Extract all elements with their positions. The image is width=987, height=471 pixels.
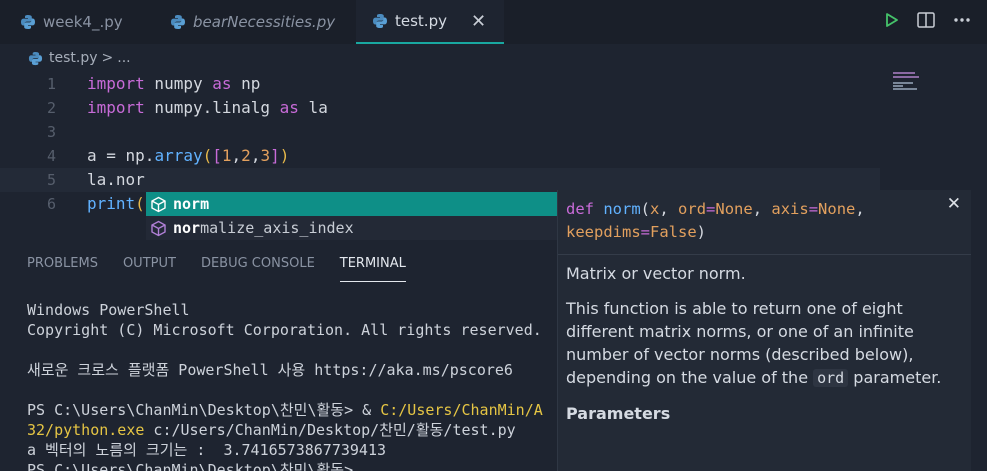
python-file-icon [373, 14, 387, 28]
tab-test-py[interactable]: test.py ✕ [356, 0, 504, 44]
suggestion-item-norm[interactable]: norm [146, 192, 558, 216]
editor-actions [885, 12, 971, 28]
tab-label: test.py [395, 12, 447, 30]
doc-body: Matrix or vector norm. This function is … [566, 262, 966, 437]
divider [558, 254, 971, 255]
suggestion-label: norm [173, 195, 210, 213]
tab-problems[interactable]: PROBLEMS [27, 248, 98, 282]
terminal-line: 새로운 크로스 플랫폼 PowerShell 사용 https://aka.ms… [27, 361, 513, 379]
close-icon[interactable]: ✕ [471, 11, 486, 32]
tab-terminal[interactable]: TERMINAL [339, 248, 406, 282]
doc-parameters-heading: Parameters [566, 404, 671, 423]
terminal-blank [27, 380, 557, 400]
hover-documentation: def norm(x, ord=None, axis=None, keepdim… [557, 190, 971, 471]
tab-label: week4_.py [43, 13, 123, 31]
function-signature: def norm(x, ord=None, axis=None, keepdim… [566, 200, 865, 241]
code-line: 1 import numpy as np [0, 72, 880, 96]
suggestion-item-normalize-axis-index[interactable]: nor malize_axis_index [146, 216, 558, 240]
code-text: import numpy as np [87, 74, 261, 93]
code-line: 2 import numpy.linalg as la [0, 96, 880, 120]
breadcrumb-file[interactable]: test.py [49, 50, 98, 66]
tab-bar: week4_.py bearNecessities.py test.py ✕ [0, 0, 987, 44]
tab-bearnecessities[interactable]: bearNecessities.py [170, 0, 335, 44]
code-line: 3 [0, 120, 880, 144]
python-file-icon [21, 15, 35, 29]
line-number: 2 [46, 99, 56, 117]
line-number: 5 [46, 171, 56, 189]
close-icon[interactable]: ✕ [947, 194, 961, 214]
doc-description: This function is able to return one of e… [566, 299, 942, 387]
tab-label: bearNecessities.py [193, 13, 336, 31]
code-text: print( [87, 194, 145, 213]
code-text: la.nor [87, 170, 145, 189]
terminal-line: a 벡터의 노름의 크기는 : 3.7416573867739413 [27, 441, 387, 459]
method-cube-icon [151, 196, 166, 212]
tab-debug-console[interactable]: DEBUG CONSOLE [201, 248, 315, 282]
terminal-blank [27, 340, 557, 360]
breadcrumb: test.py > ... [0, 44, 987, 72]
terminal-line: 32/python.exe c:/Users/ChanMin/Desktop/찬… [27, 421, 516, 439]
doc-summary: Matrix or vector norm. [566, 264, 746, 283]
line-number: 3 [46, 123, 56, 141]
terminal-line: PS C:\Users\ChanMin\Desktop\찬민\활동> & C:/… [27, 401, 543, 419]
suggestion-match: nor [173, 219, 201, 237]
suggestion-widget: norm nor malize_axis_index [146, 192, 558, 240]
python-file-icon [171, 15, 185, 29]
line-number: 6 [46, 195, 56, 213]
code-text: import numpy.linalg as la [87, 98, 328, 117]
tab-output[interactable]: OUTPUT [123, 248, 176, 282]
minimap[interactable] [893, 72, 973, 132]
python-file-icon [28, 51, 43, 65]
breadcrumb-separator: > [101, 50, 114, 66]
line-number: 4 [46, 147, 56, 165]
panel-tabs: PROBLEMS OUTPUT DEBUG CONSOLE TERMINAL [0, 248, 558, 282]
terminal-line: PS C:\Users\ChanMin\Desktop\찬민\활동> [27, 461, 354, 471]
tab-week4[interactable]: week4_.py [20, 0, 123, 44]
code-line: 4 a = np.array([1,2,3]) [0, 144, 880, 168]
suggestion-rest: malize_axis_index [200, 219, 354, 237]
code-line-current: 5 la.nor [0, 168, 880, 192]
split-editor-icon[interactable] [917, 12, 935, 28]
terminal-line: Copyright (C) Microsoft Corporation. All… [27, 321, 542, 339]
terminal-line: Windows PowerShell [27, 301, 190, 319]
terminal[interactable]: Windows PowerShell Copyright (C) Microso… [27, 300, 557, 471]
method-cube-icon [151, 220, 166, 236]
code-text: a = np.array([1,2,3]) [87, 146, 290, 165]
line-number: 1 [46, 75, 56, 93]
run-icon[interactable] [885, 12, 899, 28]
breadcrumb-more[interactable]: ... [117, 50, 130, 66]
more-icon[interactable] [953, 17, 971, 23]
